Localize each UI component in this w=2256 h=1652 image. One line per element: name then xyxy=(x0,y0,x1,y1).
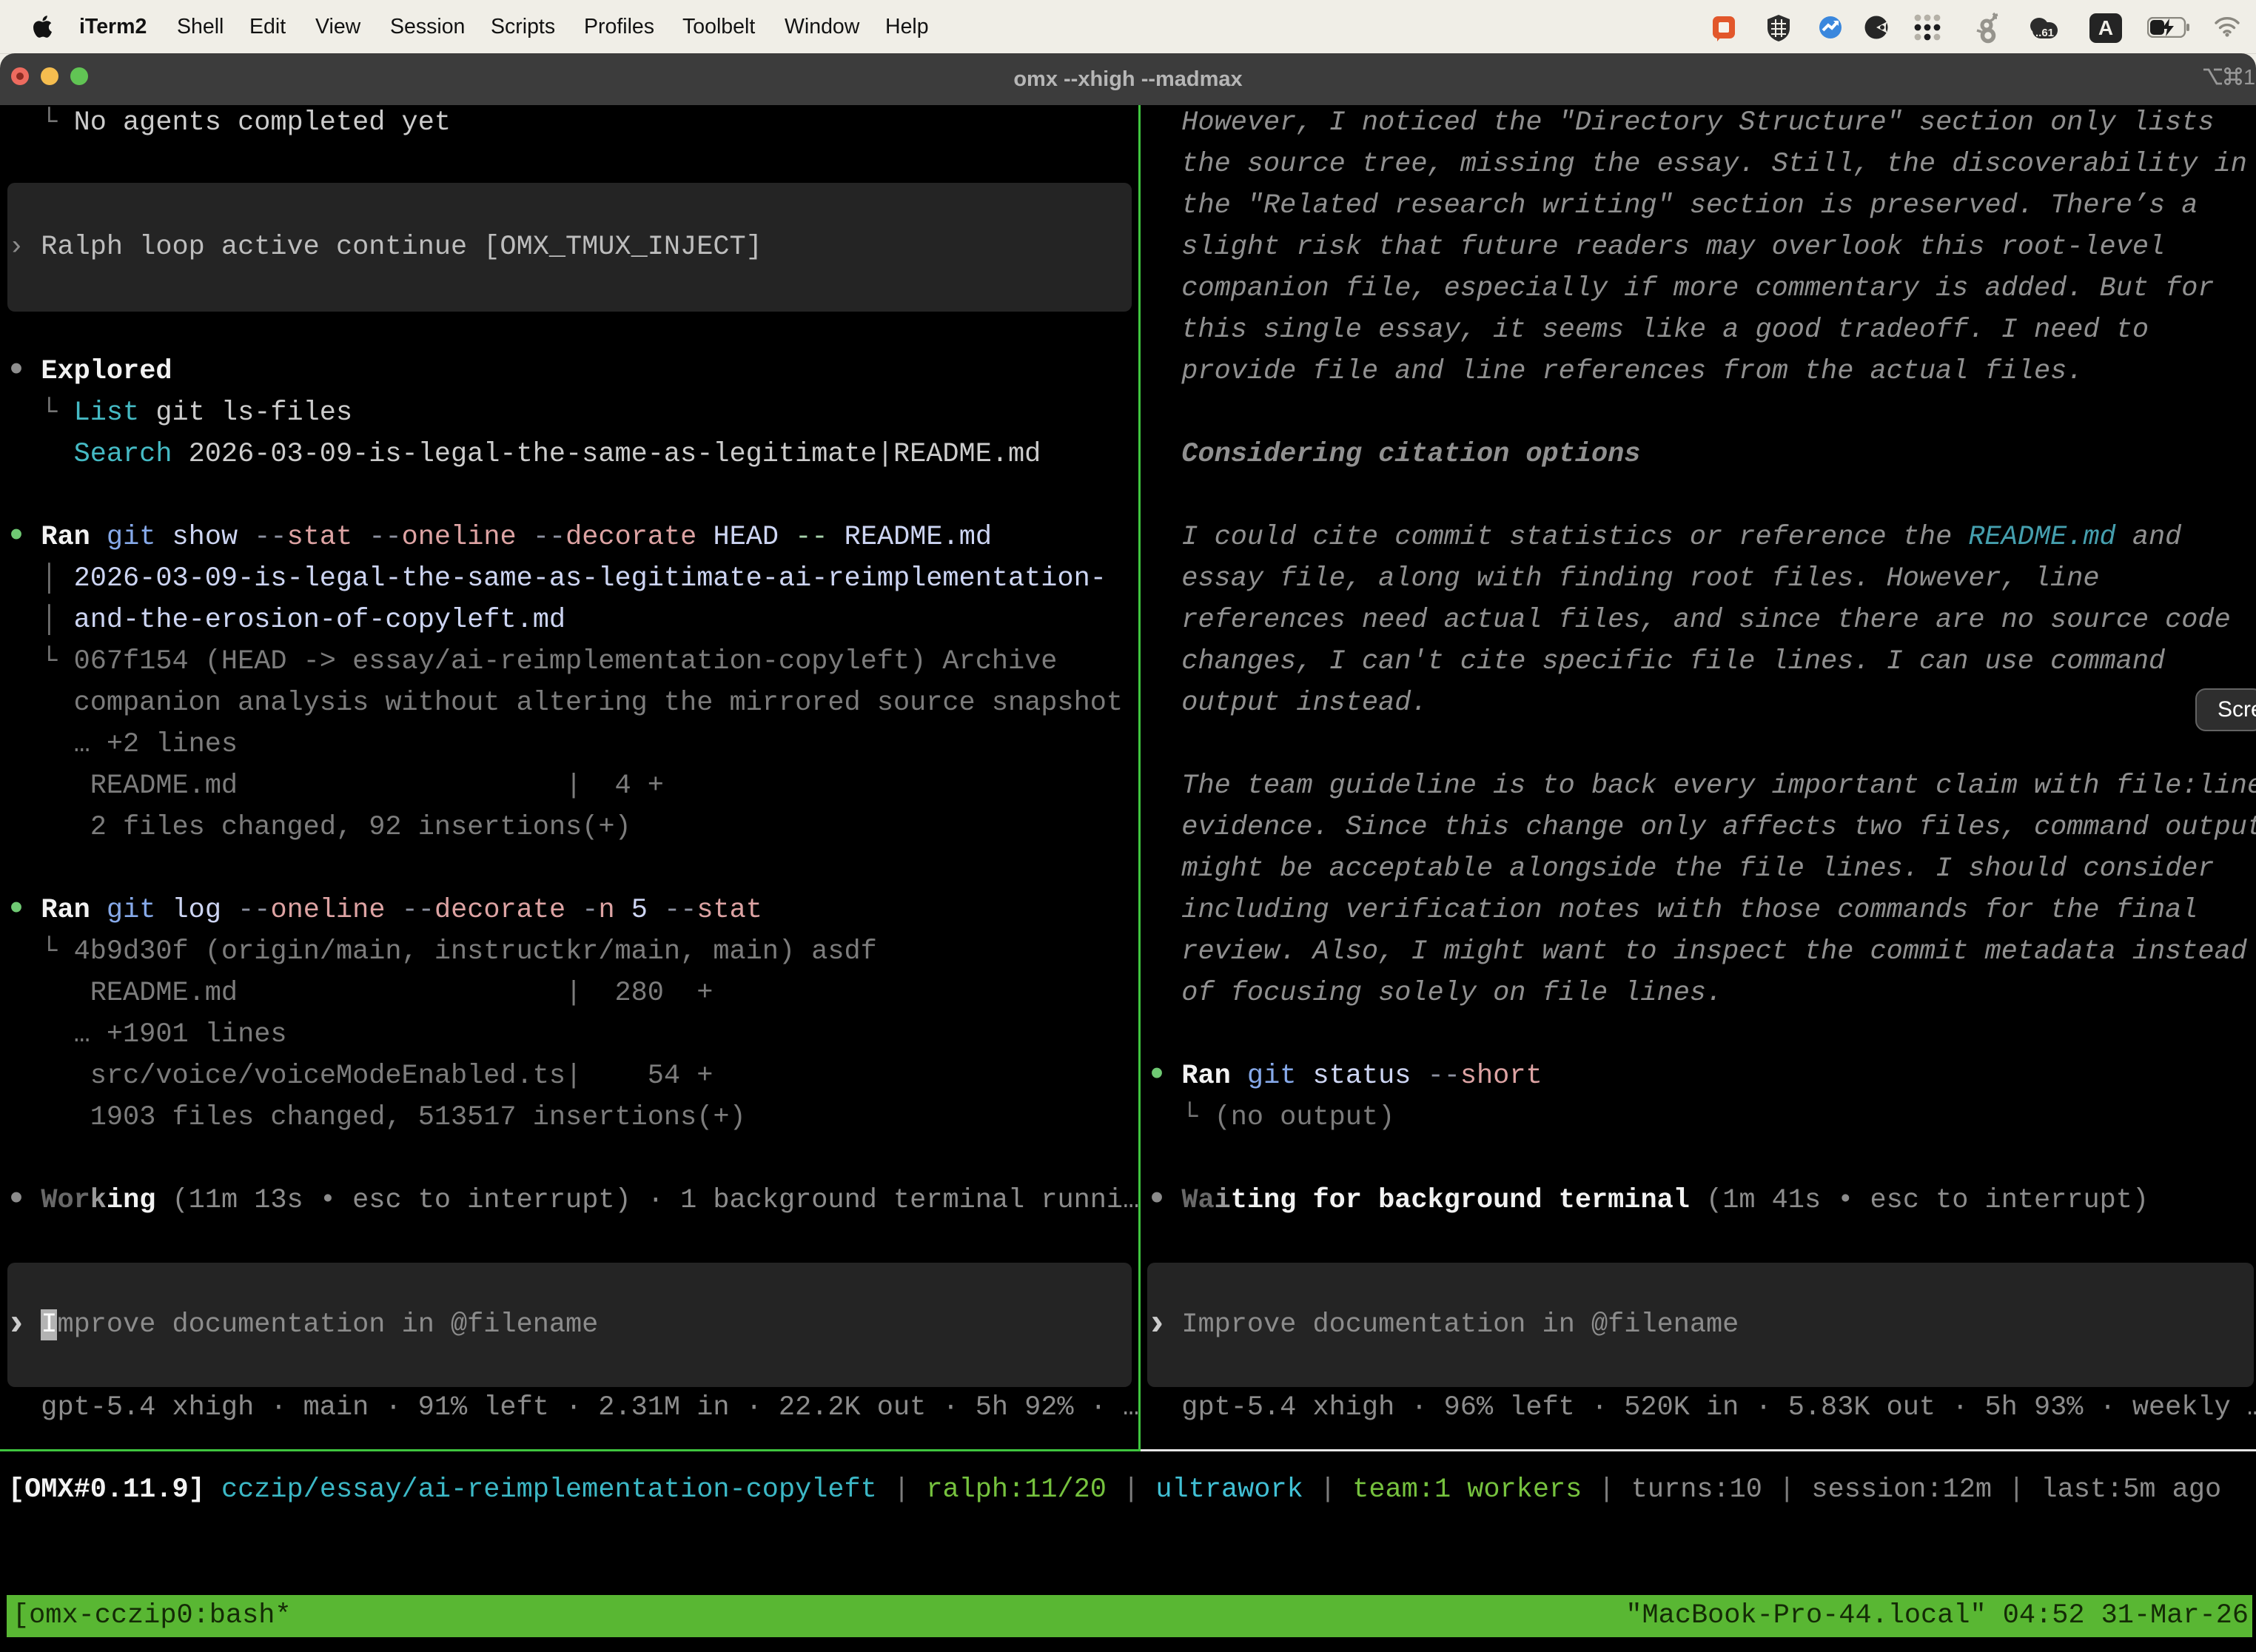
svg-text:..61: ..61 xyxy=(2035,27,2054,38)
svg-text:1: 1 xyxy=(2243,66,2255,90)
